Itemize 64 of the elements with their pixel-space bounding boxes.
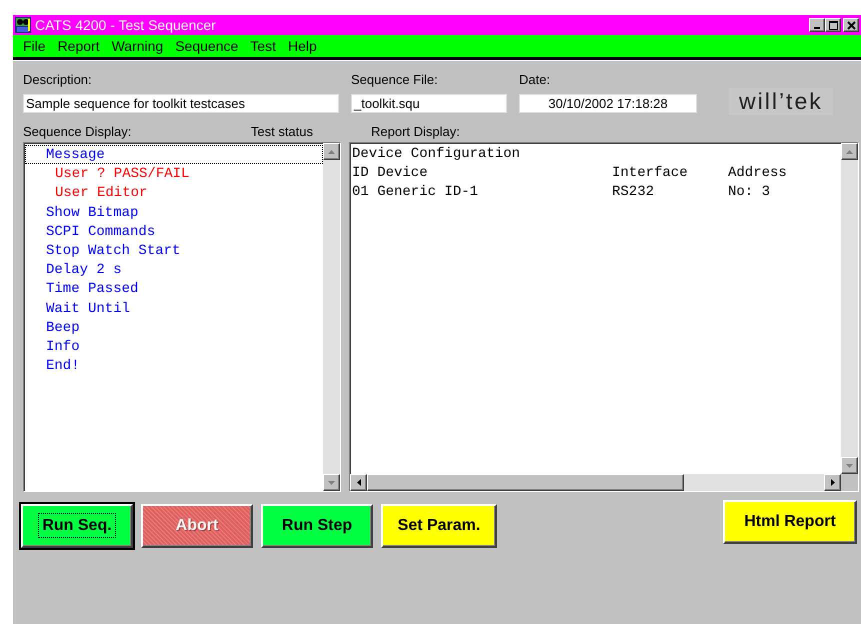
scroll-left-icon [356, 479, 360, 486]
scroll-down-button[interactable] [323, 474, 340, 491]
menu-item[interactable]: Sequence [169, 38, 244, 54]
scrollbar[interactable] [350, 474, 841, 491]
scroll-down-icon [328, 480, 335, 484]
maximize-button[interactable] [825, 18, 841, 32]
menu-item[interactable]: Test [244, 38, 282, 54]
report-text: Address [728, 164, 788, 184]
close-button[interactable] [843, 18, 859, 32]
field-label: Description: [23, 72, 93, 88]
step-entry[interactable]: Show Bitmap [25, 202, 323, 222]
close-icon [846, 20, 856, 30]
menu-item[interactable]: Report [52, 38, 106, 54]
scroll-right-button[interactable] [824, 474, 841, 491]
report-text: RS232 [612, 183, 656, 202]
report-text: No: 3 [728, 183, 772, 202]
step-entry[interactable]: Delay 2 s [25, 260, 323, 280]
panel-label: Sequence Display: [23, 124, 132, 138]
step-entry[interactable]: User Editor [25, 183, 323, 203]
menu-item[interactable]: Warning [106, 38, 170, 54]
panel-label: Report Display: [371, 124, 460, 138]
text-field[interactable]: _toolkit.squ [351, 94, 507, 113]
report-text: Device Configuration [352, 145, 522, 164]
step-entry[interactable]: SCPI Commands [25, 222, 323, 241]
action-button[interactable]: Html Report [723, 500, 857, 544]
scroll-up-button[interactable] [841, 143, 858, 160]
report-text: Interface [612, 164, 689, 184]
menu-item[interactable]: File [17, 38, 52, 54]
maximize-icon [828, 20, 838, 30]
step-entry[interactable]: Stop Watch Start [25, 240, 323, 260]
scroll-down-icon [846, 464, 853, 468]
step-entry[interactable]: Wait Until [25, 298, 323, 318]
column-label: Test status [250, 124, 313, 138]
text-field[interactable]: 30/10/2002 17:18:28 [519, 94, 697, 113]
logo: will’tek [729, 88, 833, 115]
action-button[interactable]: Set Param. [381, 504, 497, 548]
action-button[interactable]: Run Seq. [21, 504, 133, 548]
scroll-up-icon [846, 150, 853, 154]
scrollbar-corner [841, 474, 858, 491]
scrollbar[interactable] [323, 143, 340, 491]
minimize-icon [814, 27, 820, 29]
minimize-button[interactable] [809, 18, 825, 32]
scroll-up-icon [328, 150, 335, 154]
step-entry[interactable]: Info [25, 336, 323, 356]
step-entry[interactable]: User ? PASS/FAIL [25, 164, 323, 184]
action-button[interactable]: Run Step [261, 504, 373, 548]
scroll-left-button[interactable] [350, 474, 367, 491]
window-title: CATS 4200 - Test Sequencer [35, 17, 217, 33]
report-text: ID Device [352, 164, 429, 184]
text-field[interactable]: Sample sequence for toolkit testcases [23, 94, 339, 113]
step-entry[interactable]: End! [25, 356, 323, 376]
step-entry[interactable]: Beep [25, 318, 323, 337]
report-text: 01 Generic ID-1 [352, 183, 480, 202]
scrollbar[interactable] [841, 143, 858, 474]
scroll-thumb[interactable] [367, 474, 684, 491]
step-entry[interactable]: Time Passed [25, 279, 323, 298]
field-label: Date: [519, 72, 552, 88]
app-icon [15, 17, 31, 33]
scroll-up-button[interactable] [323, 143, 340, 160]
step-entry[interactable]: Message [25, 145, 323, 164]
scroll-right-icon [830, 479, 834, 486]
scroll-down-button[interactable] [841, 457, 858, 474]
field-label: Sequence File: [351, 72, 439, 88]
menu-item[interactable]: Help [282, 38, 323, 54]
